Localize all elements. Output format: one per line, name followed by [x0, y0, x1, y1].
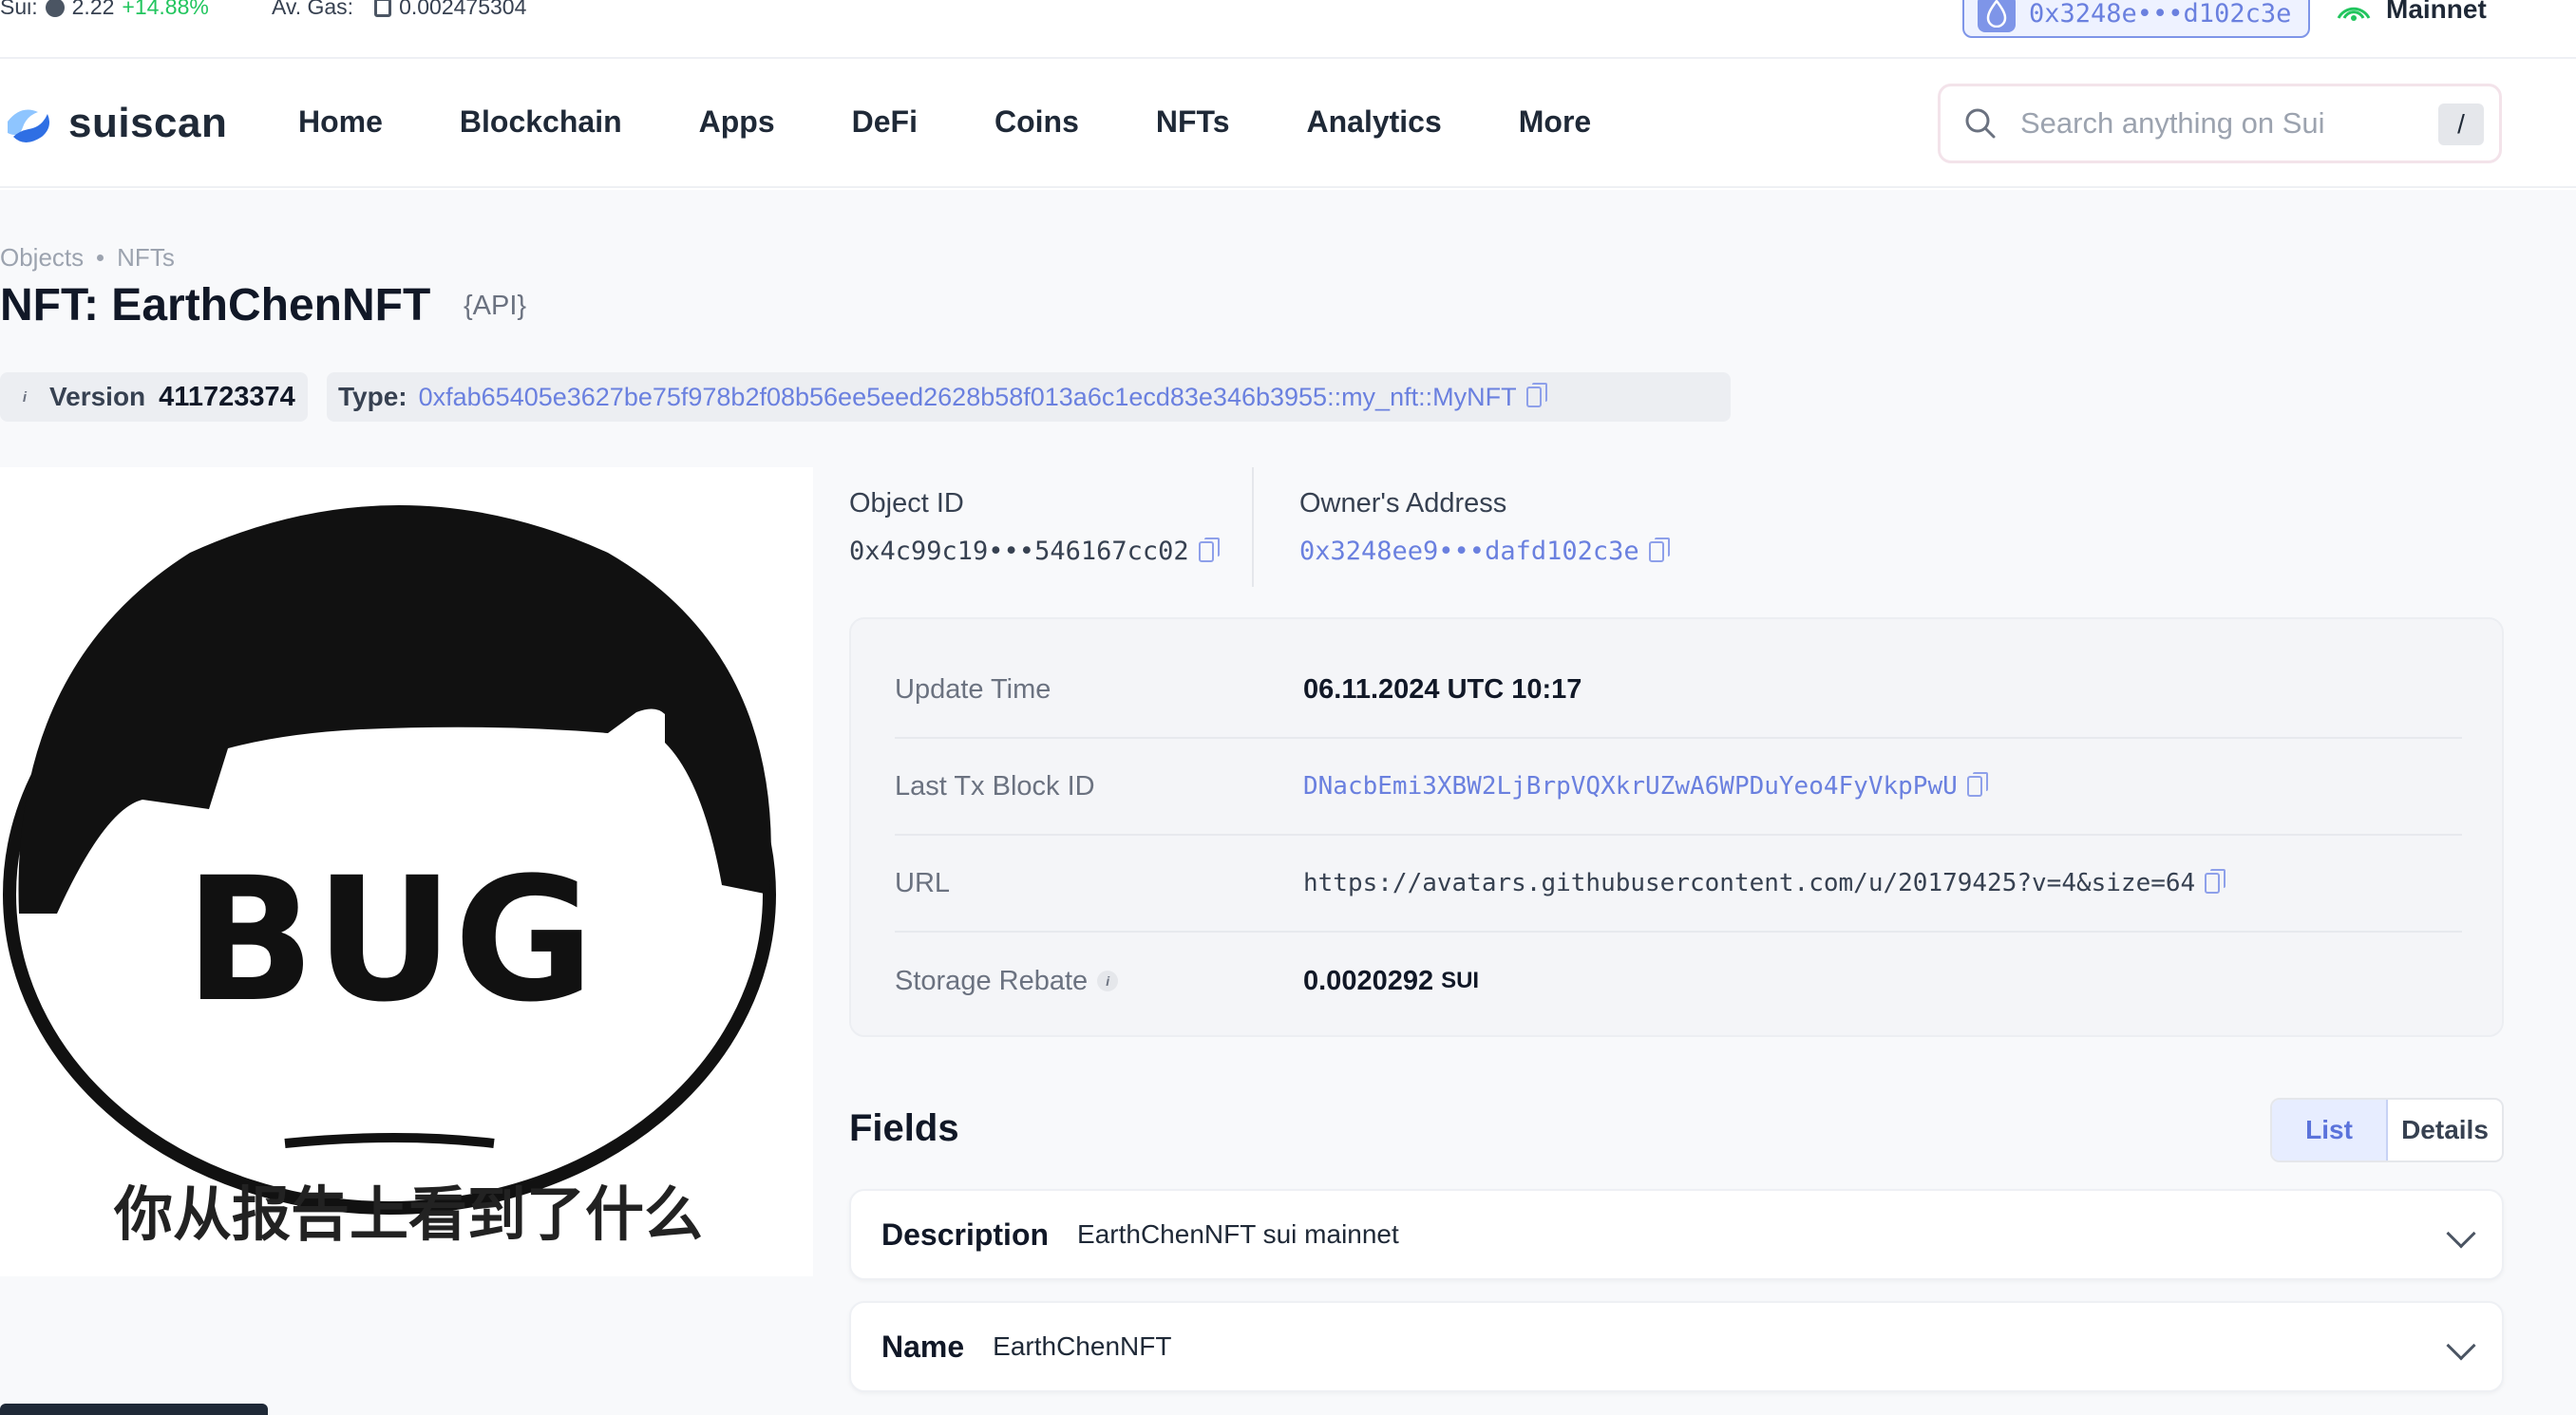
version-label: Version [49, 382, 146, 411]
gas-stat: Av. Gas: 0.002475304 [272, 0, 526, 20]
storage-rebate-unit: SUI [1441, 968, 1480, 993]
owner-address-block: Owner's Address 0x3248ee9•••dafd102c3e [1299, 467, 1670, 566]
copy-icon[interactable] [1648, 537, 1670, 562]
search-placeholder: Search anything on Sui [2020, 106, 2325, 140]
gas-pump-icon [374, 0, 392, 17]
breadcrumb-objects[interactable]: Objects [0, 243, 84, 273]
copy-icon[interactable] [1198, 537, 1220, 562]
type-chip: Type: 0xfab65405e3627be75f978b2f08b56ee5… [327, 372, 1731, 422]
wallet-button[interactable]: 0x3248e•••d102c3e [1962, 0, 2310, 38]
copy-icon[interactable] [1525, 383, 1547, 407]
nft-image: BUG 你从报告上看到了什么 [0, 467, 813, 1276]
network-label: Mainnet [2386, 0, 2487, 24]
view-details-button[interactable]: Details [2388, 1100, 2502, 1160]
update-time-label: Update Time [895, 673, 1051, 705]
last-tx-block-label: Last Tx Block ID [895, 770, 1095, 802]
search-input[interactable]: Search anything on Sui / [1938, 84, 2502, 163]
type-value-link[interactable]: 0xfab65405e3627be75f978b2f08b56ee5eed262… [419, 383, 1517, 412]
search-icon [1965, 108, 1996, 139]
storage-rebate-value-row: 0.0020292 SUI [1303, 966, 1479, 997]
owner-address-value-row: 0x3248ee9•••dafd102c3e [1299, 537, 1670, 566]
object-ids: Object ID 0x4c99c19•••546167cc02 Owner's… [849, 467, 2510, 591]
field-value: EarthChenNFT sui mainnet [1077, 1219, 1399, 1249]
update-time-row: Update Time 06.11.2024 UTC 10:17 [895, 642, 2462, 739]
chevron-down-icon[interactable] [2446, 1330, 2476, 1361]
sui-price-change: +14.88% [122, 0, 209, 19]
object-id-value-row: 0x4c99c19•••546167cc02 [849, 537, 1220, 566]
object-id-label: Object ID [849, 488, 964, 519]
network-selector[interactable]: Mainnet [2335, 0, 2487, 25]
object-details-card: Update Time 06.11.2024 UTC 10:17 Last Tx… [849, 617, 2504, 1037]
navbar: suiscan Home Blockchain Apps DeFi Coins … [0, 61, 2576, 188]
suiscan-logo-icon [8, 109, 49, 142]
sui-price: 2.22 [71, 0, 115, 19]
breadcrumb: Objects NFTs [0, 243, 175, 273]
nft-caption: 你从报告上看到了什么 [113, 1179, 703, 1249]
storage-rebate-label: Storage Rebate [895, 965, 1089, 996]
breadcrumb-separator [97, 255, 104, 261]
nav-nfts[interactable]: NFTs [1156, 104, 1230, 140]
view-list-button[interactable]: List [2272, 1100, 2388, 1160]
gas-label: Av. Gas: [272, 0, 354, 19]
url-value-row: https://avatars.githubusercontent.com/u/… [1303, 869, 2226, 897]
url-row: URL https://avatars.githubusercontent.co… [895, 836, 2462, 933]
sui-coin-icon [45, 0, 65, 17]
last-tx-block-value-row: DNacbEmi3XBW2LjBrpVQXkrUZwA6WPDuYeo4FyVk… [1303, 772, 1988, 801]
owner-address-label: Owner's Address [1299, 488, 1507, 519]
fields-view-toggle: List Details [2270, 1098, 2504, 1162]
type-label: Type: [338, 382, 407, 411]
version-value: 411723374 [159, 381, 295, 412]
sui-drop-icon [1978, 0, 2016, 32]
last-tx-block-link[interactable]: DNacbEmi3XBW2LjBrpVQXkrUZwA6WPDuYeo4FyVk… [1303, 772, 1958, 801]
owner-address-link[interactable]: 0x3248ee9•••dafd102c3e [1299, 537, 1639, 566]
field-value: EarthChenNFT [993, 1331, 1172, 1361]
object-id-block: Object ID 0x4c99c19•••546167cc02 [849, 467, 1220, 566]
nav-defi[interactable]: DeFi [852, 104, 918, 140]
field-key: Name [881, 1329, 965, 1364]
nav-more[interactable]: More [1519, 104, 1591, 140]
fields-title: Fields [849, 1107, 959, 1149]
search-shortcut-key: / [2438, 104, 2484, 145]
sui-label: Sui: [0, 0, 38, 19]
info-icon[interactable]: i [1097, 971, 1119, 991]
nav-coins[interactable]: Coins [994, 104, 1079, 140]
logo-text: suiscan [68, 100, 228, 146]
signal-icon [2337, 7, 2371, 21]
storage-rebate-row: Storage Rebate i 0.0020292 SUI [895, 933, 2462, 1029]
chevron-down-icon[interactable] [2446, 1218, 2476, 1249]
nav-home[interactable]: Home [298, 104, 383, 140]
field-name[interactable]: Name EarthChenNFT [849, 1301, 2504, 1392]
url-label: URL [895, 867, 951, 898]
storage-rebate-value: 0.0020292 [1303, 965, 1434, 996]
nft-bug-text: BUG [184, 841, 594, 1040]
sui-price-stat: Sui: 2.22 +14.88% [0, 0, 209, 20]
update-time-value: 06.11.2024 UTC 10:17 [1303, 673, 1582, 705]
nav-apps[interactable]: Apps [699, 104, 775, 140]
nav-blockchain[interactable]: Blockchain [460, 104, 622, 140]
nav-analytics[interactable]: Analytics [1306, 104, 1441, 140]
divider [1252, 467, 1254, 587]
last-tx-block-row: Last Tx Block ID DNacbEmi3XBW2LjBrpVQXkr… [895, 739, 2462, 836]
version-chip: i Version 411723374 [0, 372, 308, 422]
copy-icon[interactable] [1966, 772, 1988, 797]
breadcrumb-nfts[interactable]: NFTs [117, 243, 175, 273]
nft-artwork: BUG 你从报告上看到了什么 [0, 467, 813, 1276]
suiscan-logo[interactable]: suiscan [0, 95, 227, 152]
info-icon[interactable]: i [15, 387, 34, 406]
bottom-toolbar-edge [0, 1404, 268, 1415]
wallet-address: 0x3248e•••d102c3e [2029, 0, 2292, 28]
object-id-value: 0x4c99c19•••546167cc02 [849, 537, 1189, 566]
page-title: NFT: EarthChenNFT [0, 280, 431, 330]
main-content: Objects NFTs NFT: EarthChenNFT {API} i V… [0, 190, 2576, 1415]
field-description[interactable]: Description EarthChenNFT sui mainnet [849, 1189, 2504, 1280]
field-key: Description [881, 1217, 1050, 1252]
api-link[interactable]: {API} [464, 291, 526, 322]
url-value[interactable]: https://avatars.githubusercontent.com/u/… [1303, 869, 2195, 897]
copy-icon[interactable] [2205, 869, 2226, 894]
stats-bar: Sui: 2.22 +14.88% Av. Gas: 0.002475304 0… [0, 0, 2576, 59]
gas-value: 0.002475304 [399, 0, 527, 19]
storage-rebate-label-wrap: Storage Rebate i [895, 966, 1303, 997]
main-nav: Home Blockchain Apps DeFi Coins NFTs Ana… [298, 104, 1668, 140]
